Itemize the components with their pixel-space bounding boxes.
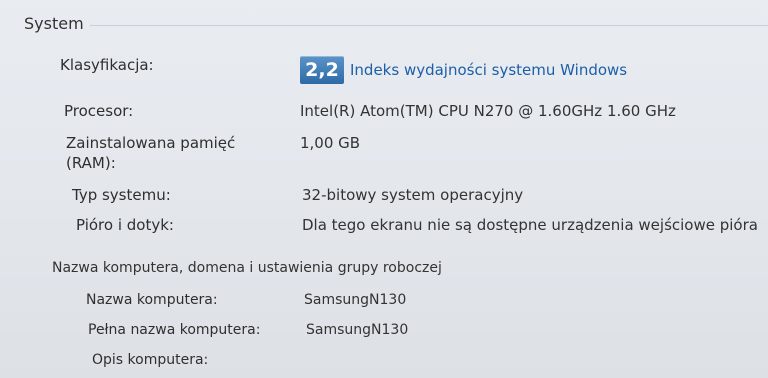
processor-label: Procesor: xyxy=(64,102,134,120)
section-title: System xyxy=(24,14,84,33)
full-computer-name-value: SamsungN130 xyxy=(306,322,409,338)
computer-name-label: Nazwa komputera: xyxy=(86,292,218,308)
full-computer-name-label: Pełna nazwa komputera: xyxy=(88,322,261,338)
memory-value: 1,00 GB xyxy=(300,134,361,152)
memory-label-line2: (RAM): xyxy=(66,154,116,172)
section-divider xyxy=(89,25,768,26)
processor-value: Intel(R) Atom(TM) CPU N270 @ 1.60GHz 1.6… xyxy=(300,102,676,120)
system-section-header: System xyxy=(24,14,768,33)
computer-name-section-title: Nazwa komputera, domena i ustawienia gru… xyxy=(52,260,442,276)
rating-group: 2,2 Indeks wydajności systemu Windows xyxy=(300,56,627,84)
computer-name-value: SamsungN130 xyxy=(304,292,407,308)
pen-touch-value: Dla tego ekranu nie są dostępne urządzen… xyxy=(302,216,758,234)
computer-description-label: Opis komputera: xyxy=(92,352,209,368)
system-type-value: 32-bitowy system operacyjny xyxy=(302,186,524,204)
memory-label-line1: Zainstalowana pamięć xyxy=(66,134,236,152)
rating-label: Klasyfikacja: xyxy=(60,56,154,74)
system-type-label: Typ systemu: xyxy=(72,186,171,204)
performance-score-badge: 2,2 xyxy=(300,56,344,84)
pen-touch-label: Pióro i dotyk: xyxy=(76,216,174,234)
performance-index-link[interactable]: Indeks wydajności systemu Windows xyxy=(350,61,627,79)
